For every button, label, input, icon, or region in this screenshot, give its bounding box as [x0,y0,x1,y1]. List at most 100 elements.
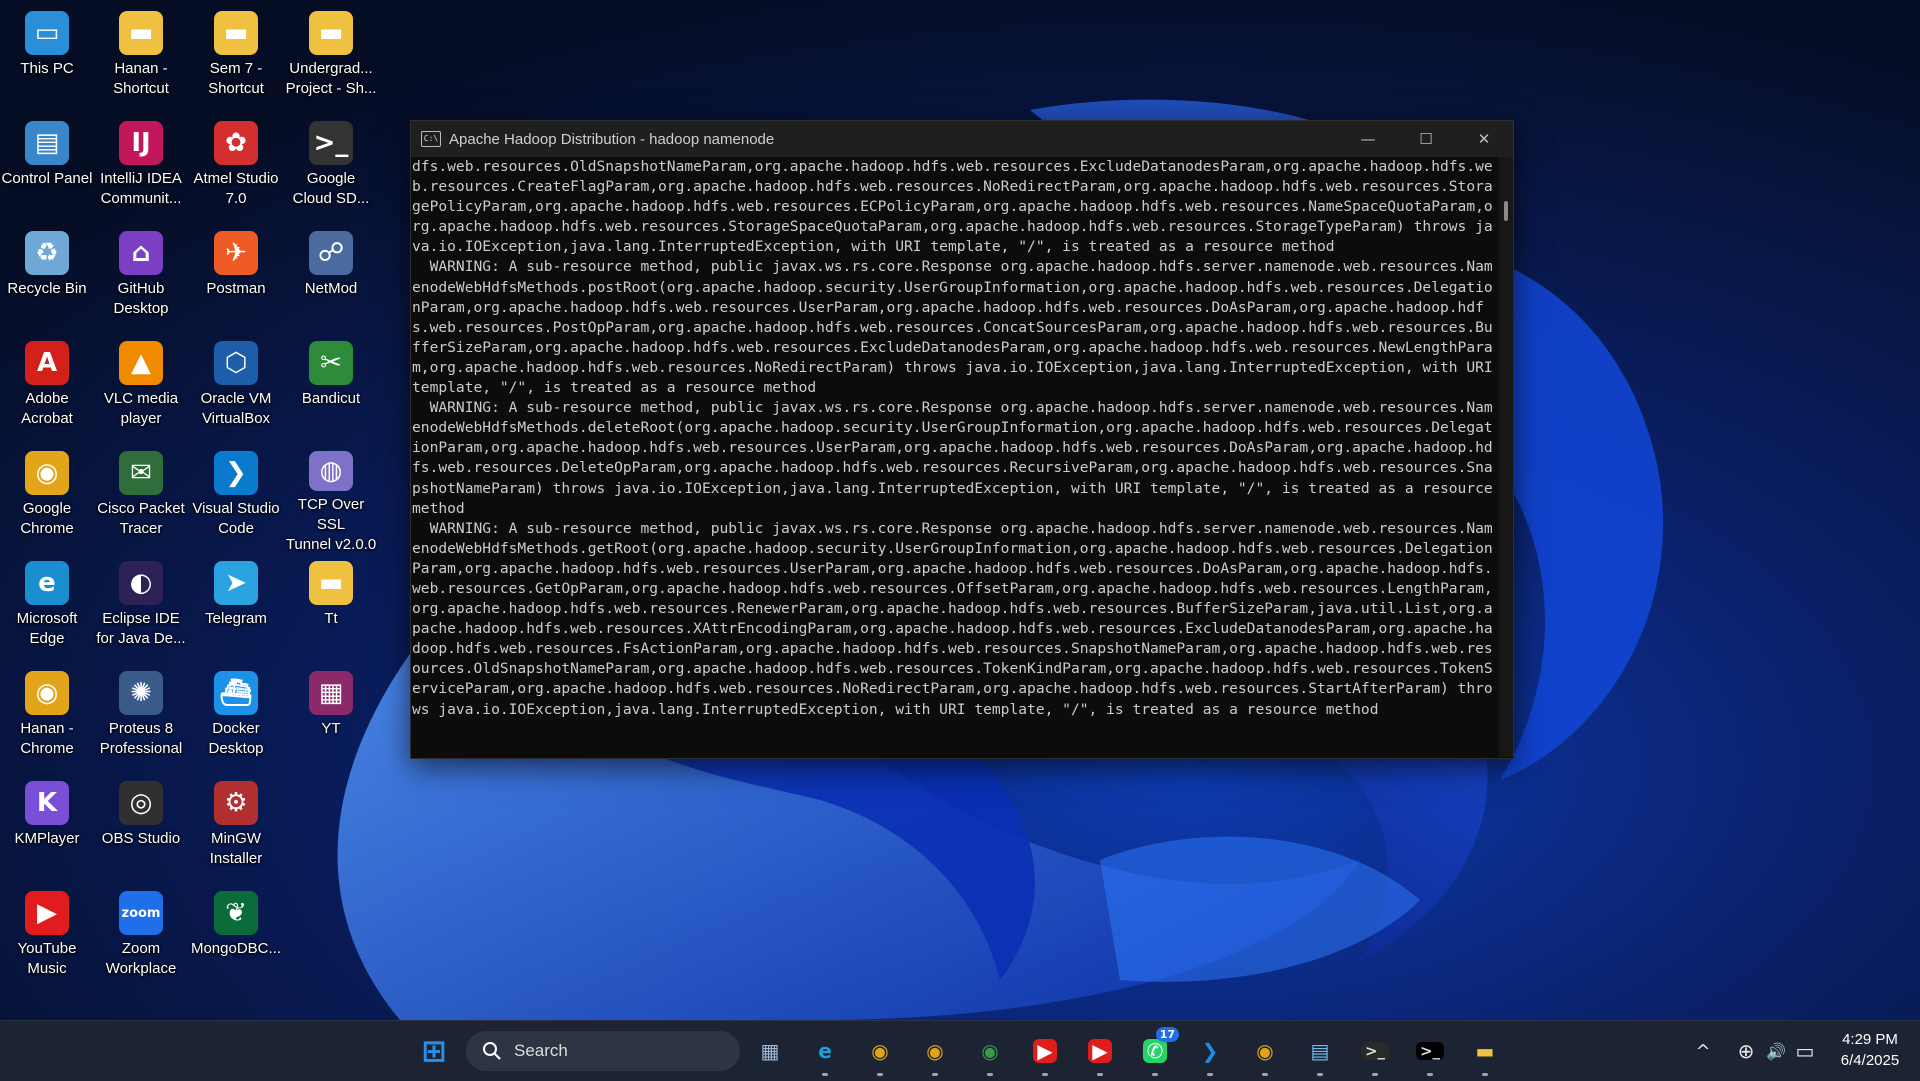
desktop-icon[interactable]: ◉ Hanan - Chrome [0,665,95,775]
folder-icon: ▬ [309,561,353,605]
desktop-icon[interactable]: ▬ Sem 7 - Shortcut [188,5,284,115]
whatsapp-icon: ✆ [1142,1039,1168,1063]
search-label: Search [514,1041,568,1060]
this-pc-icon: ▭ [25,11,69,55]
console-app-icon: C:\ [421,131,441,147]
running-indicator [1152,1073,1158,1076]
folder-icon: ▬ [309,11,353,55]
desktop-icon[interactable]: ✿ Atmel Studio 7.0 [188,115,284,225]
desktop-icon[interactable]: ▲ VLC media player [93,335,189,445]
desktop-icon[interactable]: IJ IntelliJ IDEA Communit... [93,115,189,225]
desktop-icon[interactable]: ✈ Postman [188,225,284,335]
taskbar-chrome-3[interactable]: ◉ [970,1031,1010,1076]
desktop-icon[interactable]: ▦ YT [283,665,379,775]
language-network-icon[interactable]: ⊕ [1730,1039,1762,1063]
desktop-icon[interactable]: ✺ Proteus 8 Professional [93,665,189,775]
clock-date: 6/4/2025 [1840,1052,1900,1069]
desktop-icon[interactable]: e Microsoft Edge [0,555,95,665]
desktop-icon[interactable]: ✉ Cisco Packet Tracer [93,445,189,555]
desktop-icon-label: Tt [324,610,338,627]
command-prompt-icon: >_ [1415,1042,1445,1060]
taskbar-file-explorer[interactable]: ▬ [1465,1031,1505,1076]
desktop-icon[interactable]: ⚙ MinGW Installer [188,775,284,885]
minimize-button[interactable]: — [1339,121,1397,157]
running-indicator [1207,1073,1213,1076]
taskbar-terminal[interactable]: >_ [1355,1031,1395,1076]
desktop-icon[interactable]: zoom Zoom Workplace [93,885,189,995]
taskbar-edge[interactable]: e [805,1031,845,1076]
desktop-icon[interactable]: ▤ Control Panel [0,115,95,225]
console-titlebar[interactable]: C:\ Apache Hadoop Distribution - hadoop … [411,121,1513,157]
control-panel-icon: ▤ [25,121,69,165]
start-button[interactable]: ⊞ [414,1031,454,1071]
desktop-icon-label: YT [321,720,341,737]
taskbar-clock[interactable]: 4:29 PM 6/4/2025 [1820,1029,1920,1071]
edge-icon: e [25,561,69,605]
desktop-icon-label: MongoDBC... [190,940,282,957]
desktop-icon[interactable]: ❯ Visual Studio Code [188,445,284,555]
volume-icon[interactable]: 🔊 [1762,1042,1790,1061]
desktop-icon-label: Recycle Bin [7,280,87,297]
adobe-acrobat-icon: A [25,341,69,385]
desktop-icon[interactable]: ➤ Telegram [188,555,284,665]
desktop-icon-label: MinGW Installer [209,830,263,867]
desktop-icon-label: Adobe Acrobat [21,390,73,427]
desktop-icon[interactable]: ◍ TCP Over SSL Tunnel v2.0.0 [283,445,379,555]
desktop-icon[interactable]: ▬ Tt [283,555,379,665]
desktop-icon[interactable]: ❦ MongoDBC... [188,885,284,995]
notepad-icon: ▤ [1310,1039,1330,1063]
desktop-icon[interactable]: K KMPlayer [0,775,95,885]
desktop-icon[interactable]: ◎ OBS Studio [93,775,189,885]
console-scrollbar-thumb[interactable] [1504,201,1508,221]
taskbar-chrome-1[interactable]: ◉ [860,1031,900,1076]
desktop-icon[interactable]: ▶ YouTube Music [0,885,95,995]
clock-time: 4:29 PM [1842,1031,1898,1048]
taskbar-chrome-4[interactable]: ◉ [1245,1031,1285,1076]
taskbar-notepad[interactable]: ▤ [1300,1031,1340,1076]
desktop-icon[interactable]: ✂ Bandicut [283,335,379,445]
desktop-icon[interactable]: ☍ NetMod [283,225,379,335]
desktop-icon[interactable]: ⛴ Docker Desktop [188,665,284,775]
vscode-icon: ❯ [214,451,258,495]
taskbar-youtube-music[interactable]: ▶ [1080,1031,1120,1076]
close-button[interactable]: ✕ [1455,121,1513,157]
desktop-icon-label: Docker Desktop [208,720,264,757]
desktop-icon-label: Cisco Packet Tracer [97,500,185,537]
running-indicator [1042,1073,1048,1076]
maximize-button[interactable]: ☐ [1397,121,1455,157]
desktop-icon-label: TCP Over SSL Tunnel v2.0.0 [285,496,377,553]
taskbar-vscode[interactable]: ❯ [1190,1031,1230,1076]
chrome-profile-icon: ◉ [25,671,69,715]
show-hidden-icons-chevron-icon[interactable]: ^ [1690,1041,1716,1062]
taskbar-chrome-2[interactable]: ◉ [915,1031,955,1076]
desktop-icon[interactable]: ⌂ GitHub Desktop [93,225,189,335]
desktop-icon[interactable]: ♻ Recycle Bin [0,225,95,335]
console-output[interactable]: dfs.web.resources.OldSnapshotNameParam,o… [412,157,1498,753]
taskbar-task-view[interactable]: ▦ [750,1031,790,1071]
desktop-icon-label: GitHub Desktop [113,280,169,317]
desktop-icon[interactable]: ▬ Hanan - Shortcut [93,5,189,115]
desktop-icon[interactable]: A Adobe Acrobat [0,335,95,445]
taskbar: ⊞ ▦ e ◉ ◉ ◉ ▶ ▶ ✆ 17 ❯ ◉ ▤ >_ >_ ▬ Search ^ ⊕ 🔊 ▭ 4:29 … [0,1020,1920,1081]
desktop-icon[interactable]: ⬡ Oracle VM VirtualBox [188,335,284,445]
console-scrollbar[interactable] [1499,157,1513,757]
running-indicator [1427,1073,1433,1076]
taskbar-search[interactable]: Search [466,1031,740,1071]
taskbar-cmd[interactable]: >_ [1410,1031,1450,1076]
taskbar-youtube[interactable]: ▶ [1025,1031,1065,1076]
taskbar-whatsapp[interactable]: ✆ 17 [1135,1027,1179,1076]
system-tray: ^ ⊕ 🔊 ▭ [1690,1021,1820,1081]
chrome-icon: ◉ [926,1039,944,1063]
battery-icon[interactable]: ▭ [1790,1039,1820,1063]
recycle-bin-icon: ♻ [25,231,69,275]
netmod-icon: ☍ [309,231,353,275]
task-view-icon: ▦ [760,1039,780,1063]
virtualbox-icon: ⬡ [214,341,258,385]
desktop-icon[interactable]: ▬ Undergrad... Project - Sh... [283,5,379,115]
desktop-icon[interactable]: ◉ Google Chrome [0,445,95,555]
console-window[interactable]: C:\ Apache Hadoop Distribution - hadoop … [410,120,1514,759]
desktop-icon-label: Proteus 8 Professional [99,720,183,757]
desktop-icon[interactable]: ▭ This PC [0,5,95,115]
desktop-icon[interactable]: >_ Google Cloud SD... [283,115,379,225]
desktop-icon[interactable]: ◐ Eclipse IDE for Java De... [93,555,189,665]
